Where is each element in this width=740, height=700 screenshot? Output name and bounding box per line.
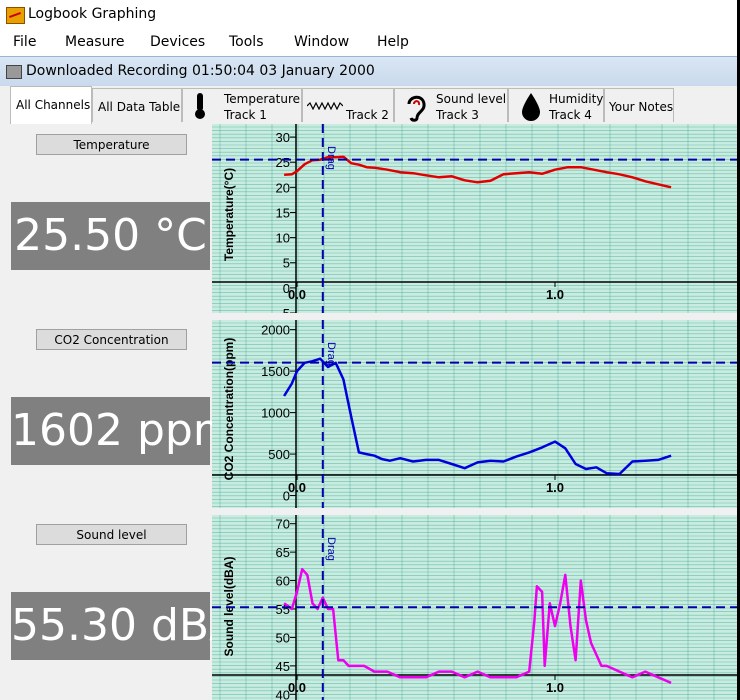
y-tick-label: 15 [276, 205, 290, 220]
x-tick-label: 0.0 [288, 287, 306, 302]
drop-icon [522, 93, 540, 121]
panel-separator[interactable] [0, 313, 740, 320]
y-tick-label: 25 [276, 155, 290, 170]
menu-devices[interactable]: Devices [150, 34, 205, 50]
recording-title: Downloaded Recording 01:50:04 03 January… [26, 63, 375, 79]
temperature-name-box[interactable]: Temperature [36, 134, 187, 155]
tab-sound-level[interactable]: Sound level Track 3 [394, 88, 508, 122]
co2-value: 1602 ppm [11, 397, 236, 465]
tab-label: All Channels [16, 98, 91, 112]
menu-help[interactable]: Help [377, 34, 409, 50]
tab-all-channels[interactable]: All Channels [10, 86, 92, 124]
y-tick-label: 30 [276, 130, 290, 145]
y-tick-label: 70 [276, 517, 290, 532]
window-title: Logbook Graphing [28, 6, 157, 22]
tab-your-notes[interactable]: Your Notes [604, 88, 674, 122]
y-tick-label: 2000 [261, 323, 290, 338]
tab-label: Humidity [549, 92, 604, 106]
y-tick-label: 55 [276, 602, 290, 617]
recording-icon [6, 65, 22, 79]
tab-label: Your Notes [609, 100, 674, 114]
panel-separator[interactable] [0, 508, 740, 515]
tab-all-data-table[interactable]: All Data Table [92, 88, 182, 122]
y-tick-label: 60 [276, 574, 290, 589]
y-axis-label: CO2 Concentration(ppm) [222, 338, 236, 481]
sound-name-box[interactable]: Sound level [36, 524, 187, 545]
x-tick-label: 0.0 [288, 680, 306, 695]
x-tick-label: 0.0 [288, 480, 306, 495]
tab-sublabel: Track 4 [549, 108, 592, 122]
y-tick-label: 5 [283, 256, 290, 271]
menu-file[interactable]: File [13, 34, 36, 50]
sound-chart[interactable]: 404550556065700.01.0Sound level(dBA)Drag [212, 515, 740, 700]
tab-label: All Data Table [98, 100, 181, 114]
drag-label: Drag [325, 342, 337, 366]
recording-window-caption[interactable]: Downloaded Recording 01:50:04 03 January… [0, 56, 740, 88]
y-tick-label: 45 [276, 659, 290, 674]
ear-icon [407, 95, 426, 122]
app-logo-icon [6, 7, 25, 24]
y-tick-label: 1500 [261, 364, 290, 379]
tab-label: Track 2 [346, 108, 389, 122]
drag-label: Drag [325, 537, 337, 561]
temperature-chart[interactable]: -50510152025300.01.0Temperature(°C)Drag [212, 124, 740, 313]
drag-label: Drag [325, 146, 337, 170]
thermometer-icon [195, 93, 205, 119]
y-tick-label: -5 [278, 306, 290, 313]
co2-chart[interactable]: 05001000150020000.0 1.0CO2 Concentration(… [212, 320, 740, 508]
sound-value: 55.30 dBA [11, 592, 239, 660]
y-axis-label: Temperature(°C) [222, 168, 236, 261]
menu-window[interactable]: Window [294, 34, 349, 50]
y-tick-label: 20 [276, 180, 290, 195]
tab-sublabel: Track 3 [436, 108, 479, 122]
tab-bar: All Channels All Data Table Temperature … [0, 86, 740, 125]
menu-measure[interactable]: Measure [65, 34, 125, 50]
tab-label: Sound level [436, 92, 507, 106]
menu-tools[interactable]: Tools [229, 34, 264, 50]
window-titlebar: Logbook Graphing [0, 0, 740, 30]
tab-sublabel: Track 1 [224, 108, 267, 122]
y-tick-label: 500 [268, 447, 290, 462]
x-tick-label: 1.0 [546, 480, 564, 495]
x-tick-label: 1.0 [546, 680, 564, 695]
tab-humidity[interactable]: Humidity Track 4 [508, 88, 604, 122]
y-tick-label: 1000 [261, 406, 290, 421]
y-tick-label: 10 [276, 231, 290, 246]
menu-bar: File Measure Devices Tools Window Help [0, 30, 740, 54]
co2-name-box[interactable]: CO2 Concentration [36, 329, 187, 350]
tab-label: Temperature [224, 92, 301, 106]
tab-temperature[interactable]: Temperature Track 1 [182, 88, 302, 122]
waveform-icon [307, 102, 343, 110]
y-tick-label: 65 [276, 545, 290, 560]
temperature-value: 25.50 °C [11, 202, 210, 270]
x-tick-label: 1.0 [546, 287, 564, 302]
y-tick-label: 50 [276, 630, 290, 645]
tab-track-2[interactable]: Track 2 [302, 88, 394, 122]
